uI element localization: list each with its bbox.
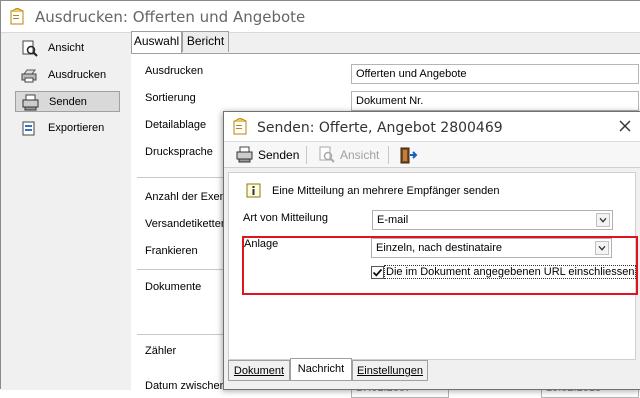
field-label: Frankieren — [145, 245, 198, 257]
app-icon — [10, 8, 24, 25]
sidebar: Ansicht Ausdrucken Senden Exportieren — [1, 32, 128, 390]
preview-button-label: Ansicht — [340, 148, 380, 162]
preview-icon — [22, 40, 38, 57]
info-text: Eine Mitteilung an mehrere Empfänger sen… — [272, 185, 500, 197]
field-label: Ausdrucken — [145, 65, 204, 77]
tab-einstellungen[interactable]: Einstellungen — [352, 360, 428, 381]
tab-auswahl[interactable]: Auswahl — [131, 31, 182, 53]
field-label: Detailablage — [145, 119, 207, 131]
tab-nachricht[interactable]: Nachricht — [290, 358, 352, 381]
preview-button[interactable]: Ansicht — [318, 145, 384, 165]
message-type-label: Art von Mitteilung — [243, 212, 328, 224]
field-label: Zähler — [145, 345, 177, 357]
printer-icon — [21, 69, 37, 83]
preview-icon — [319, 146, 335, 163]
exit-icon[interactable] — [400, 147, 418, 164]
sidebar-item-senden[interactable]: Senden — [15, 91, 120, 112]
sidebar-item-exportieren[interactable]: Exportieren — [15, 118, 120, 139]
field-label: Dokumente — [145, 281, 202, 293]
print-selection-field[interactable]: Offerten und Angebote — [351, 64, 639, 84]
field-label: Anzahl der Exem — [145, 191, 225, 203]
field-label: Sortierung — [145, 92, 196, 104]
tab-bericht[interactable]: Bericht — [182, 31, 229, 52]
send-button[interactable]: Senden — [236, 145, 302, 165]
dialog-titlebar: Senden: Offerte, Angebot 2800469 — [224, 112, 640, 142]
sidebar-item-label: Exportieren — [48, 122, 105, 134]
sidebar-item-label: Ansicht — [48, 42, 85, 54]
send-button-label: Senden — [258, 148, 300, 162]
window-title: Ausdrucken: Offerten und Angebote — [35, 8, 306, 26]
divider — [137, 269, 227, 270]
attachment-label: Anlage — [244, 238, 279, 250]
app-icon — [233, 118, 247, 135]
send-dialog: Senden: Offerte, Angebot 2800469 Senden — [223, 111, 640, 390]
attachment-value: Einzeln, nach destinataire — [376, 242, 502, 254]
send-icon — [22, 94, 39, 111]
divider — [137, 177, 227, 178]
include-url-label[interactable]: Die im Dokument angegebenen URL einschli… — [384, 265, 637, 279]
chevron-down-icon — [596, 213, 610, 227]
dialog-toolbar: Senden Ansicht — [224, 142, 640, 168]
close-icon[interactable] — [618, 119, 632, 133]
tab-label: Nachricht — [297, 363, 345, 375]
export-icon — [22, 121, 35, 136]
field-label: Datum zwischen dem — [145, 380, 225, 392]
sidebar-item-ausdrucken[interactable]: Ausdrucken — [15, 65, 120, 86]
dialog-title: Senden: Offerte, Angebot 2800469 — [257, 120, 503, 136]
sort-field[interactable]: Dokument Nr. — [351, 91, 639, 111]
field-label: Versandetiketten — [145, 218, 225, 230]
tab-dokument[interactable]: Dokument — [228, 360, 290, 381]
sidebar-item-ansicht[interactable]: Ansicht — [15, 38, 120, 59]
field-label: Drucksprache — [145, 146, 213, 158]
tab-label: Dokument — [233, 365, 285, 377]
info-icon — [246, 183, 261, 198]
sidebar-item-label: Senden — [49, 96, 87, 108]
sidebar-item-label: Ausdrucken — [48, 69, 107, 81]
checkmark-icon — [372, 268, 383, 277]
include-url-checkbox[interactable] — [371, 266, 384, 279]
tab-label: Einstellungen — [356, 365, 424, 377]
message-type-value: E-mail — [377, 214, 409, 226]
chevron-down-icon — [595, 241, 609, 255]
send-icon — [236, 146, 253, 163]
toolbar-separator — [388, 146, 389, 164]
main-window: Ausdrucken: Offerten und Angebote Ansich… — [0, 0, 640, 398]
attachment-select[interactable]: Einzeln, nach destinataire — [371, 238, 612, 258]
divider — [137, 334, 227, 335]
window-titlebar: Ausdrucken: Offerten und Angebote — [1, 1, 640, 32]
message-type-select[interactable]: E-mail — [372, 210, 613, 230]
toolbar-separator — [306, 146, 307, 164]
